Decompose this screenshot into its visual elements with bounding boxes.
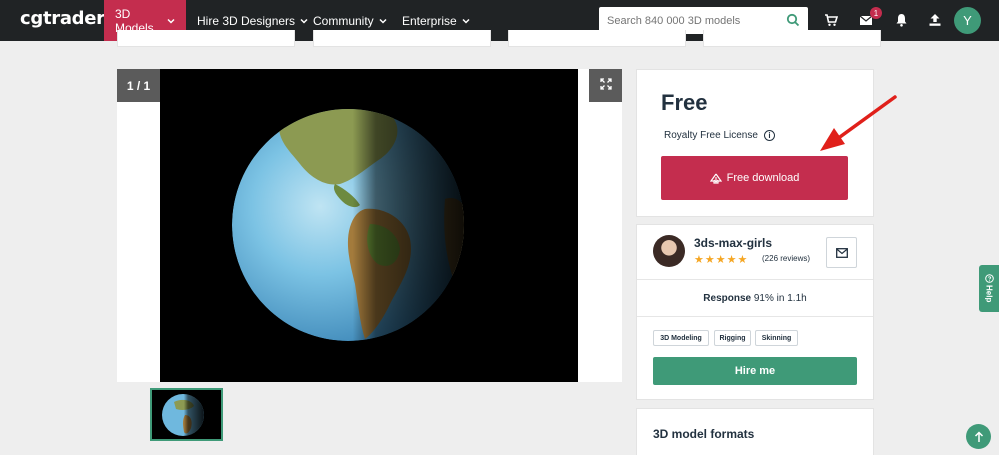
nav-community-label: Community	[313, 13, 374, 28]
help-tab[interactable]: Help	[979, 265, 999, 312]
formats-title: 3D model formats	[653, 427, 755, 441]
upload-icon[interactable]	[927, 12, 943, 28]
chevron-down-icon	[379, 17, 387, 25]
download-cloud-icon	[709, 173, 722, 184]
seller-avatar[interactable]	[653, 235, 685, 267]
license-info[interactable]: Royalty Free License i	[664, 130, 775, 141]
divider	[637, 316, 873, 317]
rating-stars: ★ ★ ★ ★ ★	[694, 253, 748, 266]
skill-tag[interactable]: 3D Modeling	[653, 330, 709, 346]
chevron-down-icon	[462, 17, 470, 25]
info-icon[interactable]: i	[763, 130, 775, 141]
earth-thumbnail-image	[152, 390, 221, 439]
arrow-up-icon	[974, 430, 983, 442]
nav-hire-label: Hire 3D Designers	[197, 13, 296, 28]
image-thumbnail[interactable]	[150, 388, 223, 441]
divider	[637, 279, 873, 280]
message-seller-button[interactable]	[826, 237, 857, 268]
logo[interactable]: cgtrader	[20, 8, 105, 29]
free-download-button[interactable]: Free download	[661, 156, 848, 200]
star-icon: ★	[704, 254, 716, 266]
top-card	[703, 30, 881, 47]
search-icon[interactable]	[786, 13, 800, 27]
star-icon: ★	[694, 254, 705, 266]
search-input[interactable]	[599, 14, 774, 27]
skill-tag[interactable]: Skinning	[755, 330, 798, 346]
star-icon: ★	[715, 254, 727, 266]
free-download-label: Free download	[726, 172, 800, 184]
response-label: Response	[703, 293, 752, 304]
user-avatar[interactable]: Y	[954, 7, 981, 34]
help-icon	[984, 274, 994, 284]
response-rate: Response 91% in 1.1h	[637, 293, 873, 304]
bell-icon[interactable]	[893, 12, 909, 28]
scroll-to-top-button[interactable]	[966, 424, 991, 449]
review-count[interactable]: (226 reviews)	[762, 254, 810, 263]
help-label: Help	[984, 285, 994, 303]
license-label: Royalty Free License	[664, 130, 758, 141]
chevron-down-icon	[300, 17, 308, 25]
top-card	[313, 30, 491, 47]
seller-name[interactable]: 3ds-max-girls	[694, 236, 772, 250]
envelope-icon	[835, 247, 848, 258]
top-card	[508, 30, 686, 47]
model-preview[interactable]	[160, 69, 578, 382]
image-counter: 1 / 1	[117, 69, 160, 102]
price: Free	[661, 90, 708, 115]
top-card	[117, 30, 295, 47]
earth-image	[160, 69, 578, 382]
nav-enterprise-label: Enterprise	[402, 13, 457, 28]
star-icon: ★	[726, 254, 738, 266]
hire-me-button[interactable]: Hire me	[653, 357, 857, 385]
star-icon: ★	[737, 254, 749, 266]
cart-icon[interactable]	[823, 12, 839, 28]
expand-icon	[599, 77, 612, 95]
chevron-down-icon	[167, 17, 175, 25]
mail-badge: 1	[870, 7, 882, 19]
skill-tag[interactable]: Rigging	[714, 330, 751, 346]
response-value: 91% in 1.1h	[753, 293, 807, 304]
expand-button[interactable]	[589, 69, 622, 102]
